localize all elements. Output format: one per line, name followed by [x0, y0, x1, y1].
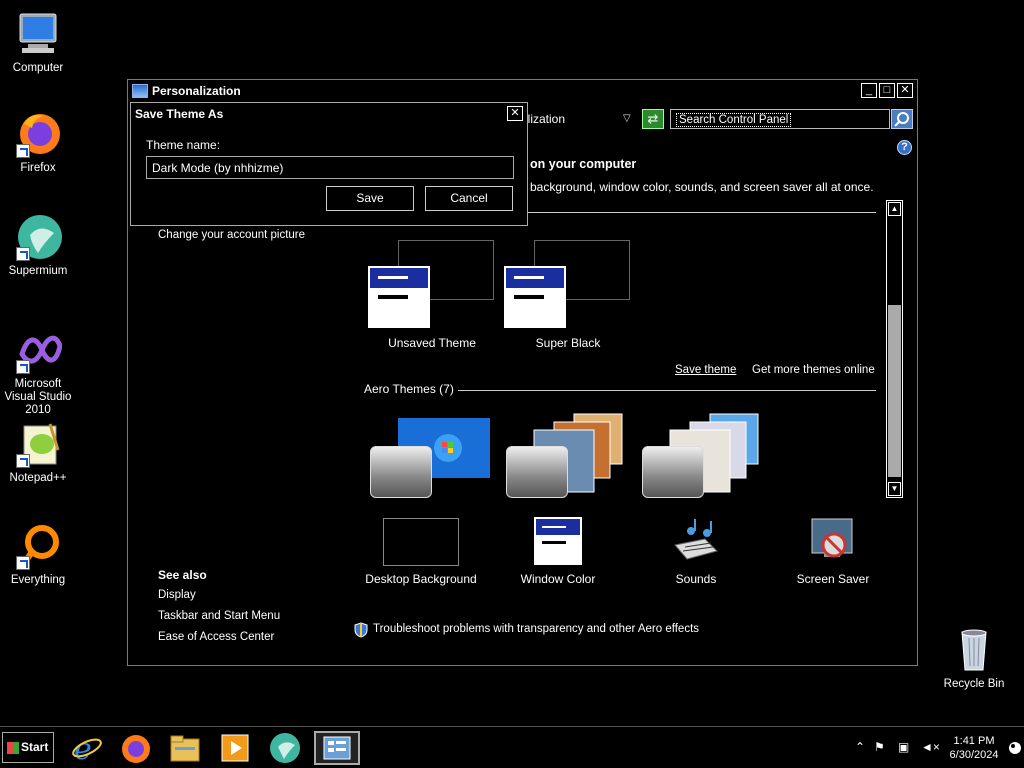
- clock-date: 6/30/2024: [949, 749, 999, 761]
- desktop-icon-label: Notepad++: [9, 472, 67, 484]
- taskbar-file-explorer[interactable]: [168, 731, 202, 765]
- desktop-icon-supermium[interactable]: Supermium: [0, 213, 76, 278]
- minimize-button[interactable]: _: [861, 83, 877, 98]
- see-also-heading: See also: [158, 568, 207, 582]
- show-hidden-icons[interactable]: ⌃: [855, 740, 865, 754]
- taskbar-control-panel[interactable]: [314, 731, 360, 765]
- window-controls: _ □ ✕: [861, 83, 913, 98]
- desktop-icon-visual-studio[interactable]: Microsoft Visual Studio 2010: [0, 326, 76, 417]
- firefox-icon: [122, 735, 150, 763]
- start-label: Start: [21, 740, 49, 754]
- desktop-icon-everything[interactable]: Everything: [0, 522, 76, 587]
- address-dropdown-icon[interactable]: ▽: [623, 113, 631, 124]
- theme-name-label: Theme name:: [146, 138, 221, 152]
- taskbar-clock[interactable]: 1:41 PM 6/30/2024: [945, 734, 1003, 762]
- desktop-icon-notepadpp[interactable]: Notepad++: [0, 420, 76, 485]
- desktop-icon-label: Everything: [10, 574, 66, 586]
- show-desktop-icon[interactable]: [1008, 739, 1022, 760]
- window-color-link[interactable]: Window Color: [493, 572, 623, 586]
- sounds-link[interactable]: Sounds: [631, 572, 761, 586]
- refresh-button[interactable]: ⇄: [642, 109, 664, 129]
- visual-studio-icon: [14, 326, 63, 374]
- shortcut-arrow-icon: [16, 454, 30, 468]
- screen-saver-link[interactable]: Screen Saver: [768, 572, 898, 586]
- close-button[interactable]: ✕: [897, 83, 913, 98]
- ease-of-access-link[interactable]: Ease of Access Center: [158, 631, 274, 643]
- desktop-background-icon[interactable]: [383, 518, 459, 566]
- everything-icon: [14, 522, 62, 570]
- desktop-icon-firefox[interactable]: Firefox: [0, 110, 76, 175]
- desktop-icon-label: Supermium: [8, 265, 68, 277]
- desktop-icon-label: Microsoft Visual Studio 2010: [4, 378, 72, 416]
- search-input[interactable]: Search Control Panel: [670, 109, 890, 129]
- scroll-thumb[interactable]: [888, 305, 901, 477]
- shield-icon: [354, 622, 368, 641]
- divider: [458, 390, 876, 391]
- search-button[interactable]: [891, 109, 913, 129]
- troubleshoot-link[interactable]: Troubleshoot problems with transparency …: [373, 623, 699, 635]
- network-icon[interactable]: ▣: [898, 740, 909, 754]
- screen-saver-icon[interactable]: [808, 517, 858, 568]
- dialog-title: Save Theme As: [135, 107, 224, 121]
- windows-logo-icon: [7, 742, 19, 754]
- start-button[interactable]: Start: [2, 732, 54, 763]
- get-more-themes-link[interactable]: Get more themes online: [752, 364, 875, 376]
- shortcut-arrow-icon: [16, 360, 30, 374]
- taskbar-supermium[interactable]: [268, 731, 302, 765]
- clock-time: 1:41 PM: [953, 735, 995, 747]
- action-center-flag-icon[interactable]: ⚑: [874, 740, 885, 754]
- dialog-close-button[interactable]: ✕: [507, 106, 523, 121]
- scroll-down-button[interactable]: ▼: [888, 482, 901, 496]
- taskbar: Start e ⌃ ⚑ ▣ ◄× 1:41 PM 6/30/2024: [0, 726, 1024, 768]
- search-icon: [894, 112, 909, 127]
- taskbar-media-player[interactable]: [218, 731, 252, 765]
- window-color-icon[interactable]: [534, 517, 582, 565]
- divider: [526, 212, 876, 213]
- theme-label: Unsaved Theme: [388, 336, 476, 350]
- window-title: Personalization: [152, 84, 241, 98]
- media-player-icon: [221, 734, 249, 762]
- taskbar-internet-explorer[interactable]: e: [70, 731, 104, 767]
- search-placeholder: Search Control Panel: [676, 113, 792, 127]
- computer-icon: [14, 10, 62, 58]
- display-link[interactable]: Display: [158, 589, 196, 601]
- shortcut-arrow-icon: [16, 144, 30, 158]
- desktop-icon-label: Recycle Bin: [943, 678, 1005, 690]
- theme-name-field[interactable]: Dark Mode (by nhhizme): [146, 156, 514, 179]
- theme-label: Super Black: [535, 336, 601, 350]
- control-panel-icon: [323, 736, 351, 760]
- help-icon[interactable]: ?: [897, 140, 912, 155]
- save-button[interactable]: Save: [326, 186, 414, 211]
- save-theme-dialog: Save Theme As ✕ Theme name: Dark Mode (b…: [130, 102, 528, 226]
- shortcut-arrow-icon: [16, 247, 30, 261]
- taskbar-start-menu-link[interactable]: Taskbar and Start Menu: [158, 610, 280, 622]
- scroll-up-button[interactable]: ▲: [888, 202, 901, 216]
- desktop-icon-label: Firefox: [20, 162, 56, 174]
- desktop-icon-label: Computer: [12, 62, 64, 74]
- folder-icon: [170, 735, 200, 762]
- desktop-background-link[interactable]: Desktop Background: [356, 572, 486, 586]
- volume-muted-icon[interactable]: ◄×: [921, 740, 940, 754]
- notepadpp-icon: [14, 420, 62, 468]
- page-heading: on your computer: [530, 157, 637, 171]
- supermium-icon: [14, 213, 62, 261]
- aero-themes-heading: Aero Themes (7): [364, 382, 454, 396]
- save-theme-link[interactable]: Save theme: [675, 364, 736, 376]
- shortcut-arrow-icon: [16, 556, 30, 570]
- page-description: background, window color, sounds, and sc…: [530, 180, 874, 194]
- firefox-icon: [14, 110, 62, 158]
- internet-explorer-icon: e: [72, 732, 102, 767]
- sounds-icon[interactable]: [671, 517, 721, 566]
- window-titlebar[interactable]: Personalization: [128, 80, 917, 102]
- recycle-bin-icon: [950, 626, 998, 674]
- change-account-picture-link[interactable]: Change your account picture: [158, 229, 305, 241]
- maximize-button[interactable]: □: [879, 83, 895, 98]
- control-panel-icon: [132, 84, 148, 98]
- desktop-icon-computer[interactable]: Computer: [0, 10, 76, 75]
- desktop-icon-recycle-bin[interactable]: Recycle Bin: [936, 626, 1012, 691]
- taskbar-firefox[interactable]: [118, 731, 152, 765]
- supermium-icon: [270, 733, 300, 763]
- themes-scrollbar[interactable]: ▲ ▼: [886, 200, 903, 498]
- cancel-button[interactable]: Cancel: [425, 186, 513, 211]
